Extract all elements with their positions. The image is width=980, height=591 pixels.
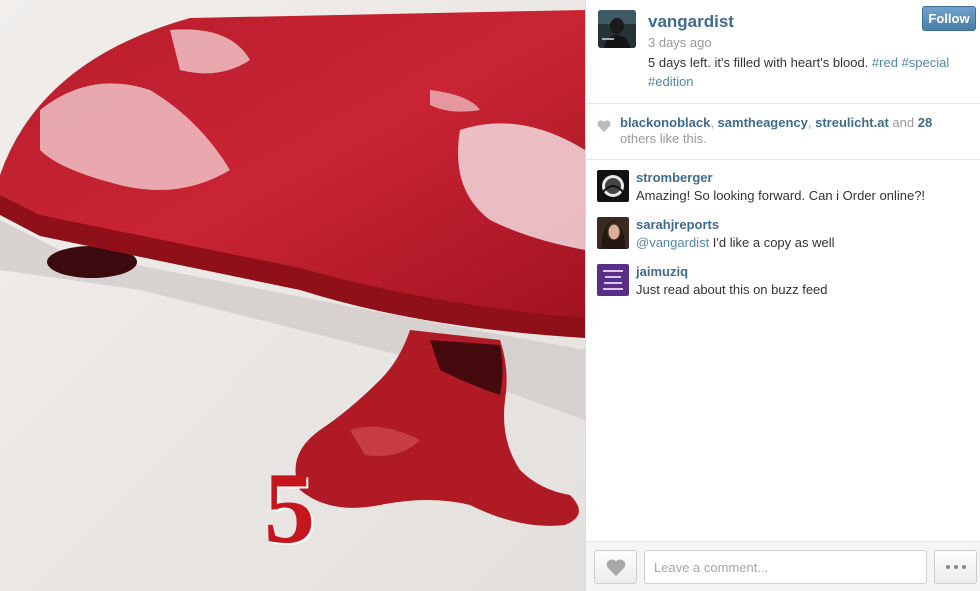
commenter-avatar[interactable] — [597, 217, 629, 249]
commenter-avatar[interactable] — [597, 264, 629, 296]
countdown-number: 5 — [264, 452, 315, 565]
likes-section: blackonoblack, samtheagency, streulicht.… — [586, 104, 980, 160]
post-timestamp[interactable]: 3 days ago — [648, 35, 712, 50]
hashtag-red[interactable]: #red — [872, 55, 898, 70]
commenter-username[interactable]: stromberger — [636, 170, 713, 185]
comment-body: I'd like a copy as well — [709, 235, 835, 250]
follow-button[interactable]: Follow — [922, 6, 976, 31]
commenter-username[interactable]: sarahjreports — [636, 217, 719, 232]
author-avatar-image — [598, 10, 636, 48]
comment-list: stromberger Amazing! So looking forward.… — [586, 161, 980, 302]
caption-text: 5 days left. it's filled with heart's bl… — [648, 55, 869, 70]
ellipsis-icon — [953, 565, 958, 569]
author-username[interactable]: vangardist — [648, 12, 734, 32]
hashtag-special[interactable]: #special — [902, 55, 950, 70]
comment-text: @vangardist I'd like a copy as well — [636, 235, 835, 250]
likes-and-label: and — [892, 115, 915, 130]
others-suffix: others like this. — [620, 131, 707, 146]
post-header: vangardist 3 days ago 5 days left. it's … — [586, 0, 980, 104]
ellipsis-icon — [945, 565, 950, 569]
heart-icon — [597, 120, 611, 132]
liker-link[interactable]: streulicht.at — [815, 115, 889, 130]
more-options-button[interactable] — [934, 550, 977, 584]
mention-link[interactable]: @vangardist — [636, 235, 709, 250]
post-side-panel: vangardist 3 days ago 5 days left. it's … — [585, 0, 980, 591]
comment-text: Just read about this on buzz feed — [636, 282, 828, 297]
comment-item: jaimuziq Just read about this on buzz fe… — [586, 255, 980, 302]
comment-text: Amazing! So looking forward. Can i Order… — [636, 188, 926, 203]
likes-text: blackonoblack, samtheagency, streulicht.… — [620, 115, 933, 146]
post-caption: 5 days left. it's filled with heart's bl… — [648, 53, 968, 91]
hashtag-edition[interactable]: #edition — [648, 74, 694, 89]
comment-footer — [586, 541, 980, 591]
heart-icon — [606, 559, 625, 576]
commenter-avatar[interactable] — [597, 170, 629, 202]
comment-item: stromberger Amazing! So looking forward.… — [586, 161, 980, 208]
comment-item: sarahjreports @vangardist I'd like a cop… — [586, 208, 980, 255]
liker-link[interactable]: blackonoblack — [620, 115, 710, 130]
commenter-username[interactable]: jaimuziq — [636, 264, 688, 279]
commenter-avatar-image — [597, 170, 629, 202]
commenter-avatar-image — [597, 264, 629, 296]
like-button[interactable] — [594, 550, 637, 584]
comment-input[interactable] — [644, 550, 927, 584]
liker-link[interactable]: samtheagency — [718, 115, 808, 130]
ellipsis-icon — [961, 565, 966, 569]
commenter-avatar-image — [597, 217, 629, 249]
others-count[interactable]: 28 — [918, 115, 932, 130]
author-avatar[interactable] — [598, 10, 636, 48]
post-photo[interactable]: 5 — [0, 0, 585, 591]
